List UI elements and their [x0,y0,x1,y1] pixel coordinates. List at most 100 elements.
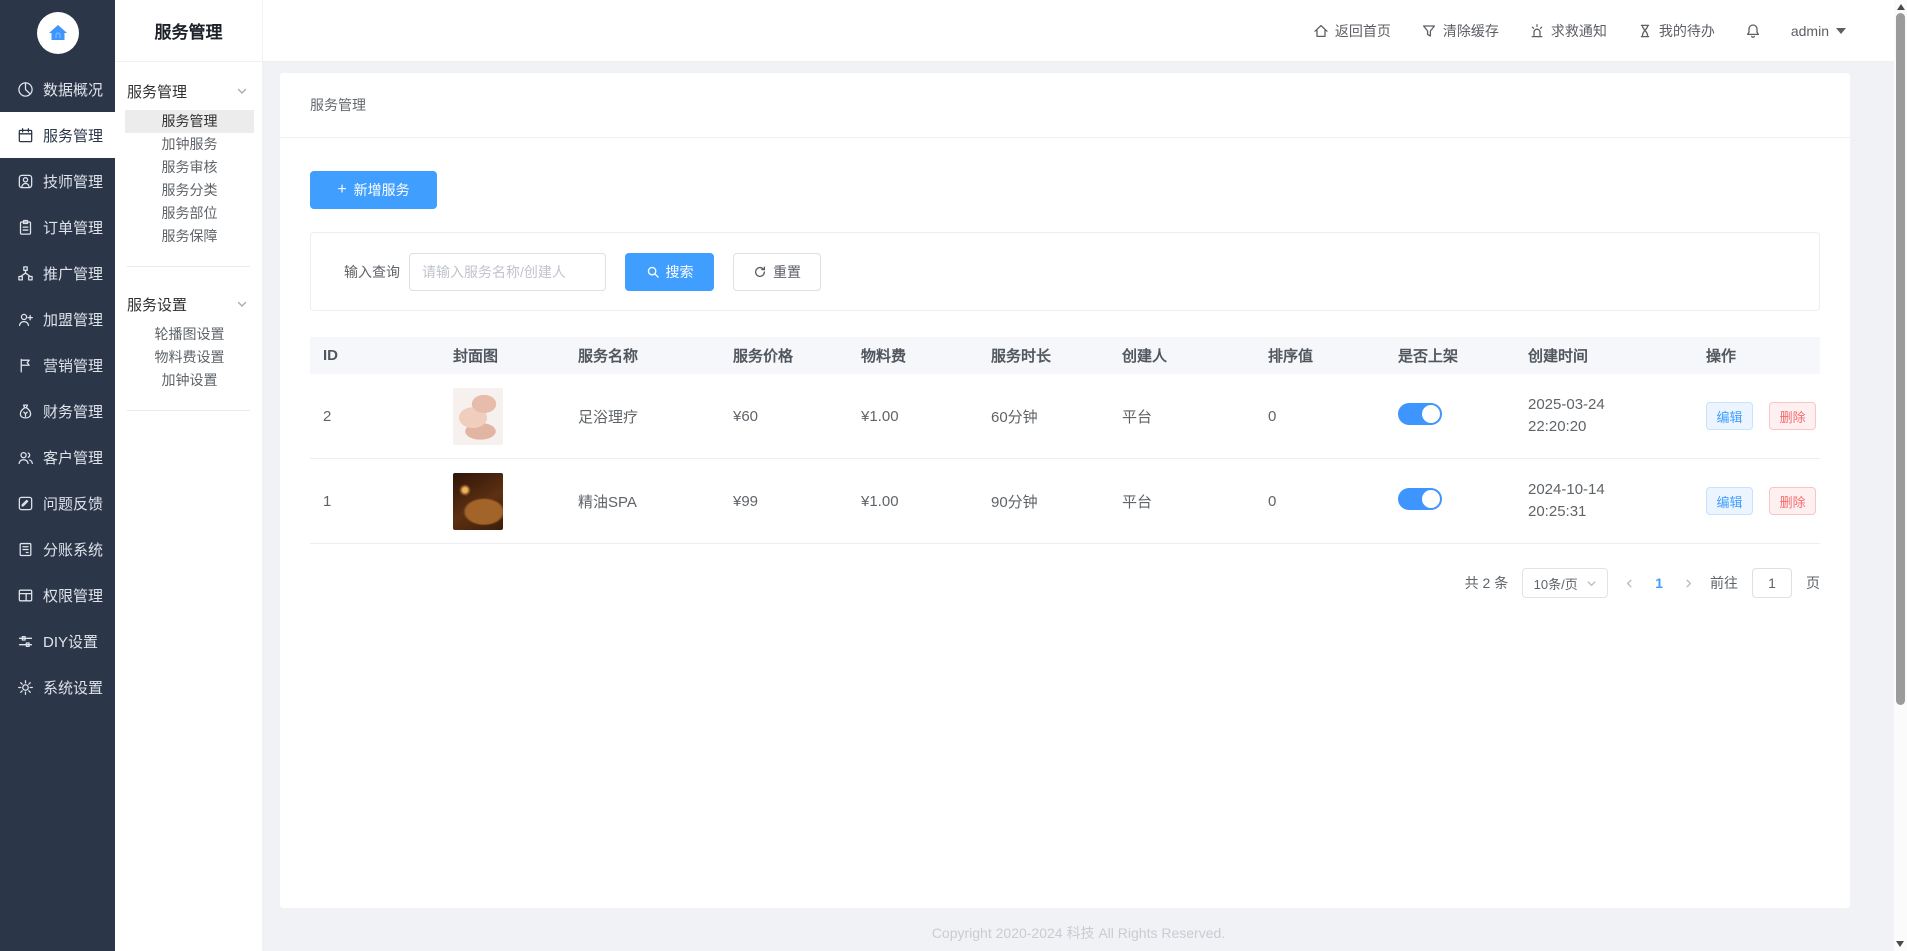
cell-creator: 平台 [1122,408,1153,426]
cell-price: ¥99 [733,492,759,510]
reset-button[interactable]: 重置 [733,252,821,291]
marketing-flag-icon [17,357,34,374]
goto-page-input[interactable] [1752,568,1792,598]
refresh-icon [754,265,766,277]
content-card: 服务管理 + 新增服务 输入查询 搜索 重置 [280,73,1850,908]
back-home-link[interactable]: 返回首页 [1313,21,1391,41]
sidebar-item-label: 问题反馈 [43,495,104,513]
cell-sort: 0 [1268,492,1277,510]
sidebar-item-label: 财务管理 [43,403,104,421]
service-cover-image [453,387,503,445]
search-button-label: 搜索 [665,263,694,280]
submenu-item-extra-settings[interactable]: 加钟设置 [125,369,254,392]
scroll-up-arrow-icon[interactable] [1896,4,1905,10]
sidebar-item-label: 客户管理 [43,449,104,467]
page-size-value: 10条/页 [1533,576,1578,592]
submenu-group-service-settings[interactable]: 服务设置 [115,285,262,323]
edit-button[interactable]: 编辑 [1706,402,1753,430]
money-bag-icon [17,403,34,420]
sidebar-item-customer-mgmt[interactable]: 客户管理 [0,434,115,480]
users-icon [17,449,34,466]
submenu-item-service-mgmt[interactable]: 服务管理 [125,110,254,133]
col-name: 服务名称 [578,348,639,365]
next-page-button[interactable] [1681,578,1696,589]
on-shelf-toggle[interactable] [1398,488,1442,510]
goto-label: 前往 [1710,575,1738,591]
share-nodes-icon [17,265,34,282]
vertical-scrollbar[interactable] [1894,0,1907,951]
page-size-select[interactable]: 10条/页 [1522,568,1609,598]
col-id: ID [323,347,338,364]
services-table: ID 封面图 服务名称 服务价格 物料费 服务时长 创建人 排序值 是否上架 创… [310,337,1820,544]
add-service-button[interactable]: + 新增服务 [310,171,437,209]
cell-id: 1 [323,492,332,510]
top-header: 返回首页 清除缓存 求救通知 我的待办 admin [263,0,1894,62]
pie-chart-icon [17,81,34,98]
edit-button[interactable]: 编辑 [1706,487,1753,515]
submenu-item-service-category[interactable]: 服务分类 [125,179,254,202]
caret-down-icon [1836,27,1846,34]
cell-material-fee: ¥1.00 [861,407,899,425]
technician-icon [17,173,34,190]
submenu-item-extra-service[interactable]: 加钟服务 [125,133,254,156]
sidebar-item-label: 推广管理 [43,265,104,283]
cell-created-at: 2024-10-14 20:25:31 [1515,479,1693,523]
sidebar-item-data-overview[interactable]: 数据概况 [0,66,115,112]
delete-button[interactable]: 删除 [1769,402,1817,430]
search-button[interactable]: 搜索 [625,252,714,291]
sidebar-item-diy-settings[interactable]: DIY设置 [0,618,115,664]
sidebar-item-feedback[interactable]: 问题反馈 [0,480,115,526]
sidebar-item-marketing-mgmt[interactable]: 营销管理 [0,342,115,388]
siren-icon [1531,23,1543,37]
breadcrumb: 服务管理 [280,73,1850,138]
reset-button-label: 重置 [773,263,801,280]
submenu-item-banner-settings[interactable]: 轮播图设置 [125,323,254,346]
search-input[interactable] [409,252,606,291]
chevron-left-icon [1626,579,1632,587]
sidebar-item-label: 数据概况 [43,81,104,99]
sidebar-item-permission-mgmt[interactable]: 权限管理 [0,572,115,618]
sidebar-item-franchise-mgmt[interactable]: 加盟管理 [0,296,115,342]
submenu-item-service-guarantee[interactable]: 服务保障 [125,225,254,248]
service-cover-image [453,472,503,530]
sidebar-item-service-mgmt[interactable]: 服务管理 [0,112,115,158]
plus-icon: + [337,181,347,198]
sidebar-item-promotion-mgmt[interactable]: 推广管理 [0,250,115,296]
table-row: 2 足浴理疗 ¥60 ¥1.00 60分钟 平台 0 2025-03-24 22… [310,374,1820,459]
cell-name: 精油SPA [578,493,637,511]
on-shelf-toggle[interactable] [1398,403,1442,425]
sos-notice-link[interactable]: 求救通知 [1529,21,1607,41]
sidebar-item-system-settings[interactable]: 系统设置 [0,664,115,710]
col-creator: 创建人 [1122,348,1168,365]
sidebar-item-label: 营销管理 [43,357,104,375]
primary-sidebar: 数据概况 服务管理 技师管理 订单管理 推广管理 加盟管理 营销管理 财务管理 … [0,0,115,951]
scrollbar-thumb[interactable] [1896,13,1905,705]
window-grid-icon [17,587,34,604]
user-menu[interactable]: admin [1791,23,1846,39]
submenu-item-material-fee-settings[interactable]: 物料费设置 [125,346,254,369]
search-panel: 输入查询 搜索 重置 [310,232,1820,311]
sidebar-item-technician-mgmt[interactable]: 技师管理 [0,158,115,204]
scroll-down-arrow-icon[interactable] [1896,941,1904,947]
cell-created-at: 2025-03-24 22:20:20 [1515,394,1693,438]
prev-page-button[interactable] [1622,578,1637,589]
filter-icon [1422,24,1435,37]
home-logo-icon [36,12,79,54]
app-logo[interactable] [0,0,115,66]
home-icon [1314,24,1328,37]
submenu-group-service-mgmt[interactable]: 服务管理 [115,72,262,110]
sidebar-item-split-account[interactable]: 分账系统 [0,526,115,572]
sidebar-item-finance-mgmt[interactable]: 财务管理 [0,388,115,434]
sidebar-item-label: 权限管理 [43,587,104,605]
page-number-1[interactable]: 1 [1651,575,1667,591]
sidebar-item-order-mgmt[interactable]: 订单管理 [0,204,115,250]
pagination: 共 2 条 10条/页 1 前往 页 [310,568,1820,598]
col-material-fee: 物料费 [861,348,907,365]
my-todo-link[interactable]: 我的待办 [1637,21,1715,41]
submenu-item-service-review[interactable]: 服务审核 [125,156,254,179]
clear-cache-link[interactable]: 清除缓存 [1421,21,1499,41]
notification-bell-icon[interactable] [1745,23,1761,39]
submenu-item-service-part[interactable]: 服务部位 [125,202,254,225]
delete-button[interactable]: 删除 [1769,487,1817,515]
sidebar-item-label: DIY设置 [43,633,99,651]
